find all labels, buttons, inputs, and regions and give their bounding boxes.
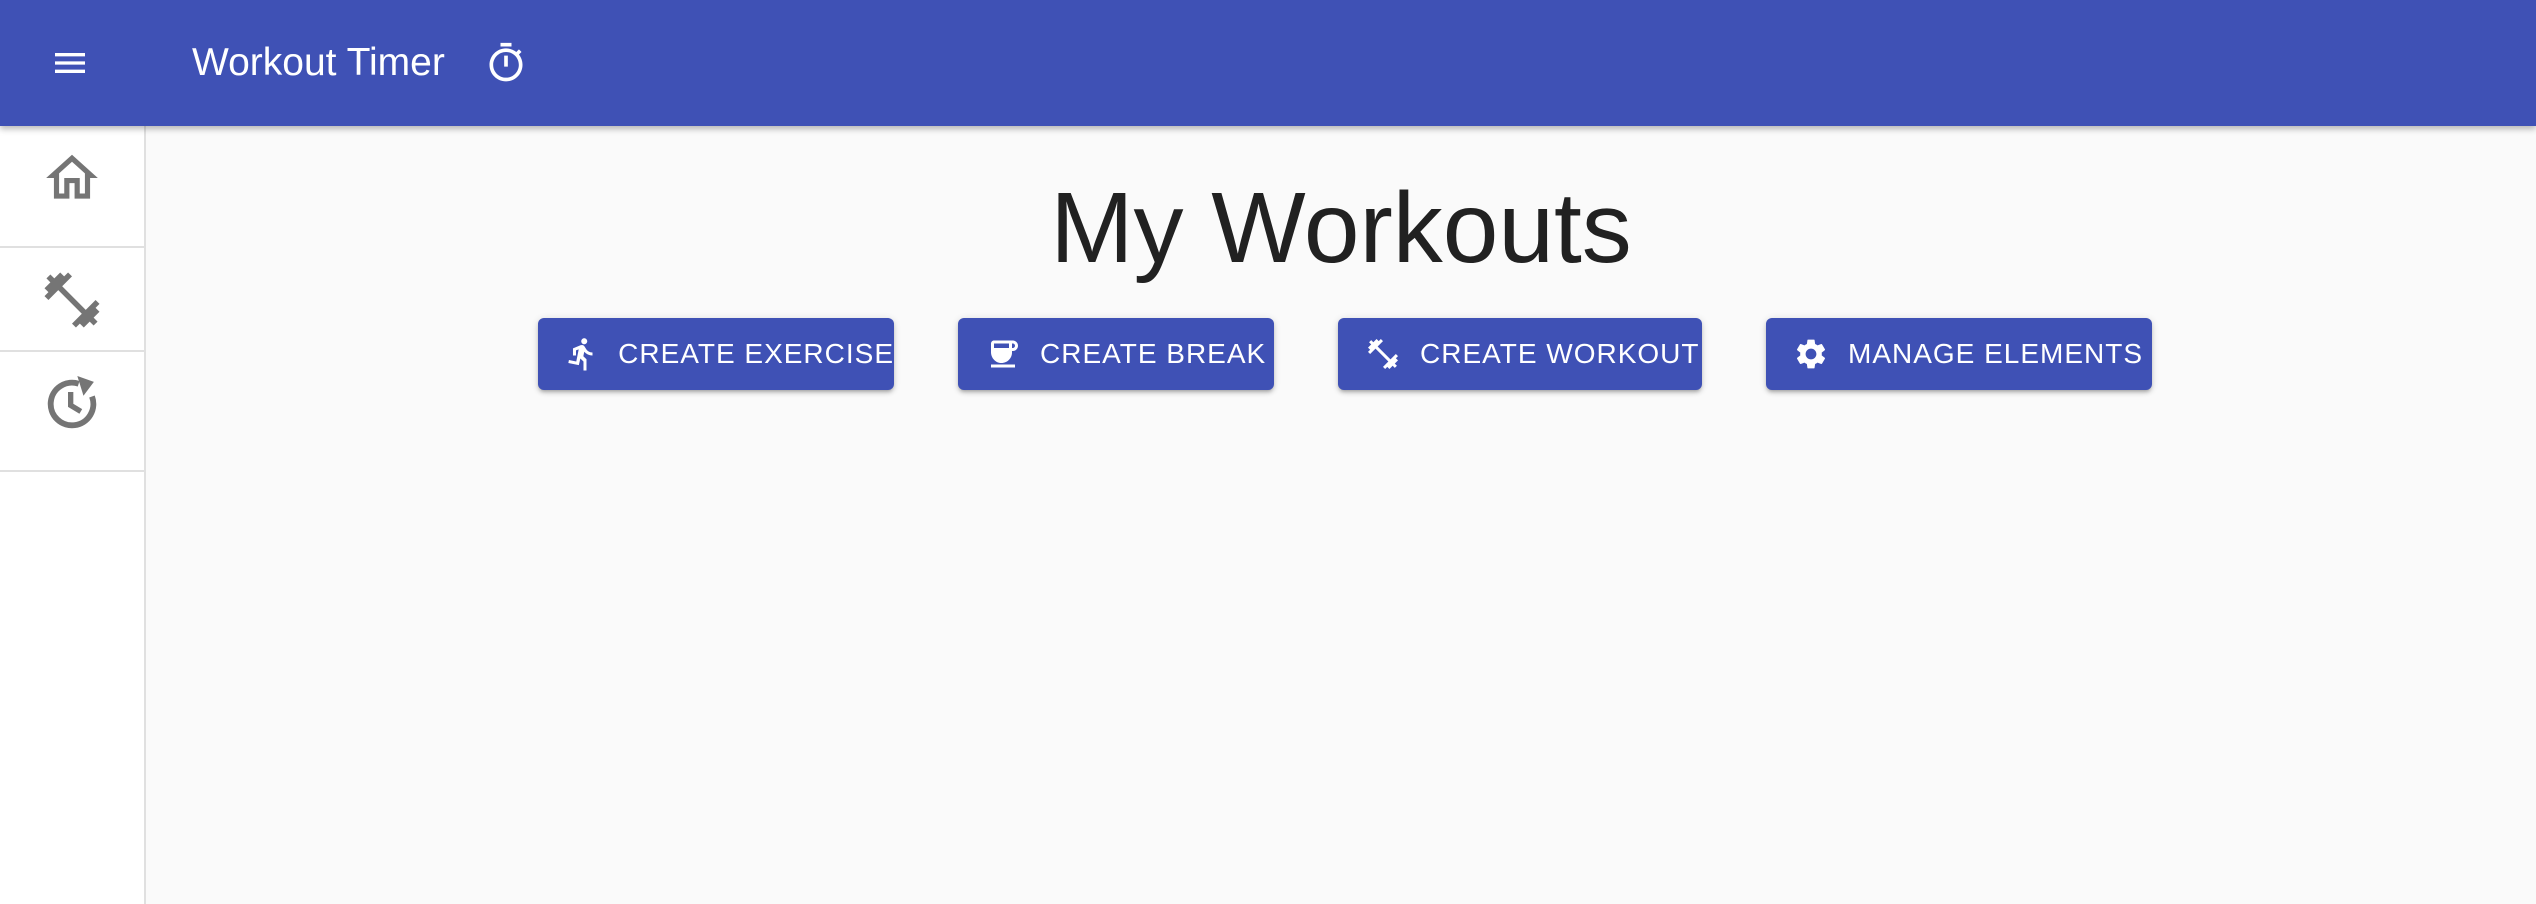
menu-icon xyxy=(55,53,85,73)
page-title: My Workouts xyxy=(1050,172,1632,284)
sidebar-item-history[interactable] xyxy=(0,352,144,456)
create-exercise-button[interactable]: CREATE EXERCISE xyxy=(538,318,894,390)
sidebar-divider xyxy=(0,470,144,472)
create-break-button[interactable]: CREATE BREAK xyxy=(958,318,1274,390)
run-icon xyxy=(564,335,600,373)
timer-icon xyxy=(489,42,523,82)
app-bar: Workout Timer xyxy=(0,0,2536,126)
create-break-label: CREATE BREAK xyxy=(1040,338,1267,369)
sidebar-item-home[interactable] xyxy=(0,126,144,230)
fitness-center-icon xyxy=(44,272,100,328)
app-title: Workout Timer xyxy=(192,41,445,84)
manage-elements-button[interactable]: MANAGE ELEMENTS xyxy=(1766,318,2152,390)
create-workout-button[interactable]: CREATE WORKOUT xyxy=(1338,318,1702,390)
sidebar-item-workouts[interactable] xyxy=(0,248,144,352)
fitness-center-icon xyxy=(1364,335,1402,373)
coffee-icon xyxy=(984,335,1022,373)
sidebar-nav xyxy=(0,126,146,904)
manage-elements-label: MANAGE ELEMENTS xyxy=(1848,338,2144,369)
home-icon xyxy=(46,154,98,199)
create-workout-label: CREATE WORKOUT xyxy=(1420,338,1700,369)
create-exercise-label: CREATE EXERCISE xyxy=(618,338,894,369)
menu-button[interactable] xyxy=(42,35,98,91)
gear-icon xyxy=(1792,335,1830,373)
history-icon xyxy=(47,376,97,429)
